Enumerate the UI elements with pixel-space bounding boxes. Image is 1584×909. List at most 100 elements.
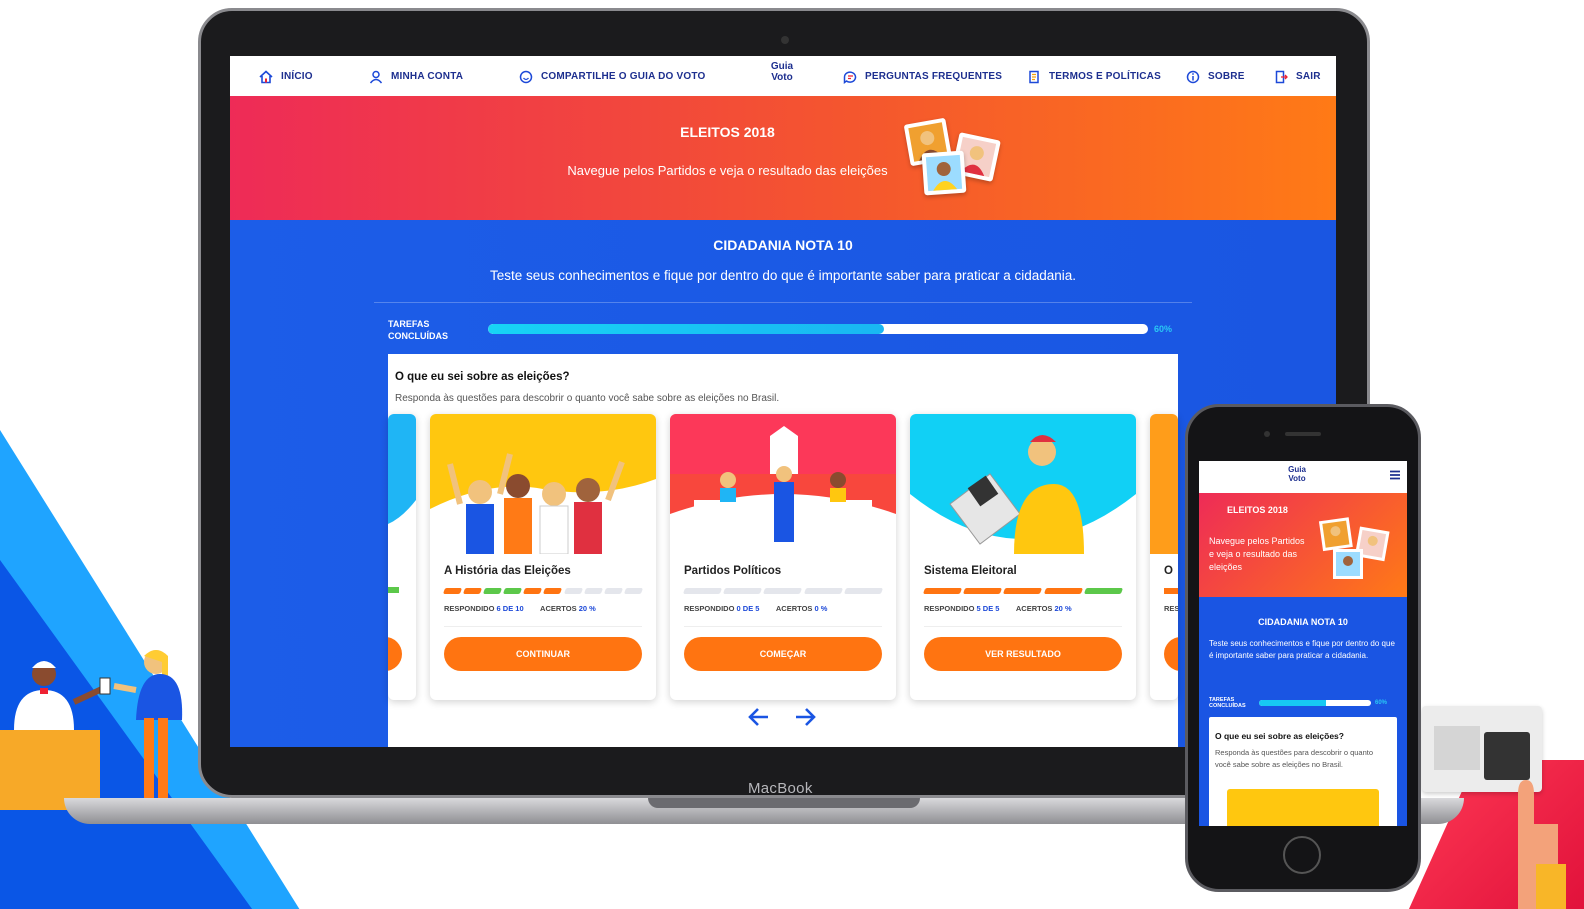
historia-eleicoes-illustration: [430, 414, 656, 554]
progress-segment: [682, 588, 723, 594]
phone-speaker: [1285, 432, 1321, 436]
progress-segment: [623, 588, 644, 594]
progress-segment: [1003, 588, 1043, 594]
eleitos-subtitle: Navegue pelos Partidos e veja o resultad…: [567, 163, 888, 178]
progress-segment: [523, 588, 543, 594]
peek-card-title: O: [1164, 565, 1173, 577]
laptop-brand-label: MacBook: [748, 780, 813, 797]
quiz-card[interactable]: A História das Eleições RESPONDIDO 6 DE …: [430, 414, 656, 700]
info-icon: [1185, 69, 1200, 84]
progress-segment: [843, 588, 884, 594]
eleitos-banner[interactable]: ELEITOS 2018 Navegue pelos Partidos e ve…: [230, 96, 1336, 220]
nav-perguntas-frequentes[interactable]: PERGUNTAS FREQUENTES: [842, 69, 1002, 84]
section-divider: [374, 302, 1192, 303]
nav-minha-conta-label: MINHA CONTA: [391, 71, 464, 82]
cidadania-title: CIDADANIA NOTA 10: [713, 237, 853, 253]
tasks-progress-bar: [488, 324, 1148, 334]
guia-do-voto-logo[interactable]: Guia Voto: [768, 61, 796, 83]
phone-camera: [1264, 431, 1270, 437]
progress-segment: [723, 588, 763, 594]
progress-segment: [763, 588, 803, 594]
progress-segment: [503, 588, 523, 594]
phone-eleitos-banner[interactable]: ELEITOS 2018 Navegue pelos Partidos e ve…: [1199, 493, 1407, 597]
quiz-subtitle: Responda às questões para descobrir o qu…: [395, 393, 780, 404]
hits-value: 0 %: [814, 604, 828, 613]
quiz-panel: O que eu sei sobre as eleições? Responda…: [388, 354, 1178, 747]
laptop-camera: [781, 36, 789, 44]
comecar-button[interactable]: COMEÇAR: [684, 637, 882, 671]
hits-label: ACERTOS: [775, 604, 813, 613]
nav-sobre-label: SOBRE: [1208, 71, 1245, 82]
user-icon: [368, 69, 383, 84]
continuar-button[interactable]: CONTINUAR: [444, 637, 642, 671]
card-title: Sistema Eleitoral: [924, 565, 1017, 577]
logout-icon: [1273, 69, 1288, 84]
answered-label: RESPONDIDO: [684, 604, 735, 613]
progress-segment: [963, 588, 1003, 594]
card-stats: RESPONDIDO 5 DE 5 ACERTOS 20 %: [924, 604, 1072, 613]
card-title: A História das Eleições: [444, 565, 571, 577]
quiz-card[interactable]: Sistema Eleitoral RESPONDIDO 5 DE 5 ACER…: [910, 414, 1136, 700]
nav-minha-conta[interactable]: MINHA CONTA: [368, 69, 463, 84]
ver-resultado-button[interactable]: VER RESULTADO: [924, 637, 1122, 671]
chat-icon: [842, 69, 857, 84]
phone-logo-line-2: Voto: [1288, 474, 1306, 483]
progress-segment: [1083, 588, 1124, 594]
arrow-left-icon[interactable]: [748, 706, 770, 733]
card-divider: [444, 626, 642, 627]
voters-illustration: [4, 650, 183, 810]
tasks-progress-fill: [488, 324, 884, 334]
carousel-arrows: [748, 706, 816, 733]
progress-segment: [463, 588, 483, 594]
phone-screen: Guia Voto ELEITOS 2018 Navegue pelos Par…: [1199, 461, 1407, 826]
phone-quiz-card[interactable]: [1227, 789, 1379, 826]
progress-segment: [483, 588, 503, 594]
nav-termos-label: TERMOS E POLÍTICAS: [1049, 71, 1161, 82]
phone-logo[interactable]: Guia Voto: [1287, 465, 1307, 483]
nav-termos-politicas[interactable]: TERMOS E POLÍTICAS: [1026, 69, 1161, 84]
nav-compartilhe-label: COMPARTILHE O GUIA DO VOTO: [541, 71, 706, 82]
partidos-politicos-illustration: [670, 414, 896, 554]
progress-segment: [563, 588, 583, 594]
hits-label: ACERTOS: [540, 604, 577, 613]
peek-card-stats: RES: [1164, 604, 1178, 613]
card-peek-right[interactable]: O RES: [1150, 414, 1178, 700]
top-navigation: INÍCIO MINHA CONTA COMPARTILHE O GUIA DO…: [230, 56, 1336, 96]
hamburger-icon[interactable]: [1389, 468, 1401, 484]
nav-compartilhe[interactable]: COMPARTILHE O GUIA DO VOTO: [518, 69, 705, 84]
nav-sair[interactable]: SAIR: [1273, 69, 1321, 84]
logo-line-2: Voto: [771, 72, 793, 83]
progress-segment: [922, 588, 963, 594]
laptop-screen: INÍCIO MINHA CONTA COMPARTILHE O GUIA DO…: [230, 56, 1336, 747]
tasks-progress-percent: 60%: [1154, 324, 1173, 334]
candidate-photo-icon: [1318, 517, 1390, 579]
hits-value: 20 %: [578, 604, 596, 613]
tasks-label-line-1: TAREFAS: [388, 319, 430, 329]
progress-segment: [442, 588, 463, 594]
nav-sobre[interactable]: SOBRE: [1185, 69, 1245, 84]
phone-tasks-label: TAREFAS CONCLUÍDAS: [1209, 697, 1246, 709]
card-progress-segments: [442, 588, 644, 594]
card-peek-left[interactable]: [388, 414, 416, 700]
cidadania-subtitle: Teste seus conhecimentos e fique por den…: [489, 268, 1077, 283]
nav-perguntas-label: PERGUNTAS FREQUENTES: [865, 71, 1003, 82]
phone-cidadania-title: CIDADANIA NOTA 10: [1258, 617, 1348, 627]
arrow-right-icon[interactable]: [794, 706, 816, 733]
logo-line-1: Guia: [770, 61, 794, 72]
candidate-photo-icon: [921, 150, 967, 196]
phone-logo-line-1: Guia: [1288, 465, 1306, 474]
quiz-card[interactable]: Partidos Políticos RESPONDIDO 0 DE 5 ACE…: [670, 414, 896, 700]
phone-eleitos-title: ELEITOS 2018: [1227, 505, 1288, 515]
phone-tasks-progress-bar: [1259, 700, 1371, 706]
nav-inicio[interactable]: INÍCIO: [258, 69, 313, 84]
tasks-label-line-2: CONCLUÍDAS: [388, 331, 448, 341]
card-title: Partidos Políticos: [684, 565, 782, 577]
card-divider: [684, 626, 882, 627]
phone-tasks-progress-percent: 60%: [1375, 700, 1388, 706]
answered-label: RESPONDIDO: [924, 604, 975, 613]
hand-illustration: [1518, 780, 1566, 909]
nav-sair-label: SAIR: [1296, 71, 1321, 82]
phone-quiz-panel: O que eu sei sobre as eleições? Responda…: [1209, 717, 1397, 826]
voting-machine-screen: [1434, 726, 1480, 770]
card-stats: RESPONDIDO 0 DE 5 ACERTOS 0 %: [684, 604, 827, 613]
